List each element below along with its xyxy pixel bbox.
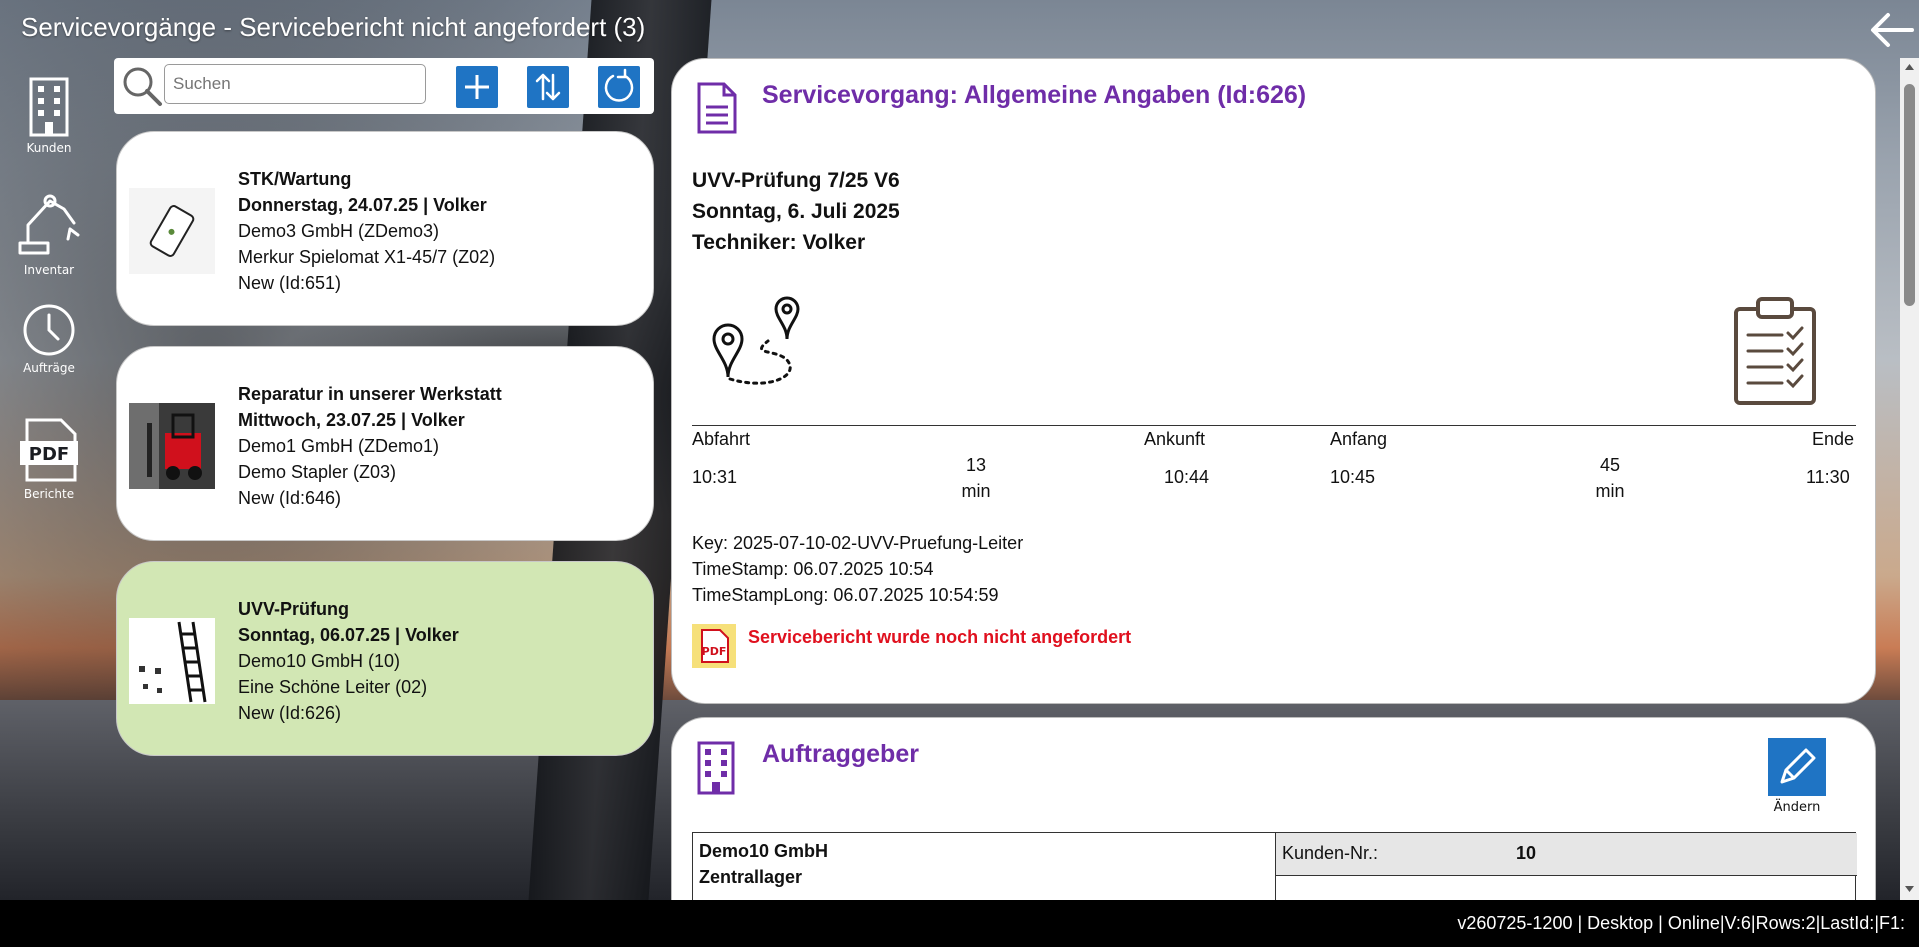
clock-icon — [23, 304, 75, 356]
label-ende: Ende — [1812, 429, 1855, 449]
item-device: Eine Schöne Leiter (02) — [238, 677, 428, 697]
timestamp-long: TimeStampLong: 06.07.2025 10:54:59 — [692, 585, 999, 605]
robot-arm-icon — [18, 194, 80, 255]
time-ankunft: 10:44 — [1164, 467, 1210, 487]
refresh-button[interactable] — [598, 66, 640, 108]
nav-label-inventar: Inventar — [23, 263, 75, 277]
item-customer: Demo10 GmbH (10) — [238, 651, 401, 671]
building-icon — [697, 741, 735, 795]
device-thumbnail-phone — [129, 188, 215, 274]
customer-panel: Auftraggeber Ändern Demo10 GmbH Zentrall… — [671, 717, 1876, 917]
nav-label-auftraege: Aufträge — [23, 361, 75, 375]
svg-text:PDF: PDF — [702, 645, 727, 658]
sort-button[interactable] — [527, 66, 569, 108]
customer-name: Demo10 GmbH — [699, 841, 829, 861]
divider — [692, 425, 1856, 426]
kunden-nr-value: 10 — [1516, 843, 1537, 863]
list-item[interactable]: Reparatur in unserer Werkstatt Mittwoch,… — [116, 346, 654, 541]
item-customer: Demo1 GmbH (ZDemo1) — [238, 436, 440, 456]
device-thumbnail-ladder — [129, 618, 215, 704]
nav-item-auftraege[interactable]: Aufträge — [10, 303, 88, 417]
nav-item-kunden[interactable]: Kunden — [10, 75, 88, 189]
edit-button[interactable] — [1768, 738, 1826, 796]
time-anfang: 10:45 — [1330, 467, 1376, 487]
status-bar: v260725-1200 | Desktop | Online|V:6|Rows… — [0, 900, 1919, 947]
section-title-general: Servicevorgang: Allgemeine Angaben (Id:6… — [762, 81, 1307, 109]
status-text: v260725-1200 | Desktop | Online|V:6|Rows… — [1457, 913, 1905, 933]
list-item-selected[interactable]: UVV-Prüfung Sonntag, 06.07.25 | Volker D… — [116, 561, 654, 756]
item-device: Demo Stapler (Z03) — [238, 462, 397, 482]
item-title: Reparatur in unserer Werkstatt — [238, 384, 502, 404]
travel-unit: min — [961, 481, 991, 501]
clipboard-checklist-icon — [1734, 297, 1816, 405]
building-icon — [29, 77, 69, 137]
window-title: Servicevorgänge - Servicebericht nicht a… — [21, 12, 646, 42]
nav-label-kunden: Kunden — [26, 141, 72, 155]
item-date: Sonntag, 06.07.25 | Volker — [238, 625, 459, 645]
search-toolbar — [114, 58, 654, 114]
job-name: UVV-Prüfung 7/25 V6 — [692, 169, 900, 192]
section-title-auftraggeber: Auftraggeber — [762, 740, 919, 768]
customer-location: Zentrallager — [699, 867, 803, 887]
item-title: STK/Wartung — [238, 169, 352, 189]
job-date: Sonntag, 6. Juli 2025 — [692, 200, 900, 223]
item-status: New (Id:646) — [238, 488, 342, 508]
work-unit: min — [1595, 481, 1625, 501]
label-ankunft: Ankunft — [1144, 429, 1206, 449]
item-title: UVV-Prüfung — [238, 599, 349, 619]
pencil-icon — [1780, 748, 1816, 784]
device-thumbnail-forklift — [129, 403, 215, 489]
key-value: Key: 2025-07-10-02-UVV-Pruefung-Leiter — [692, 533, 1024, 553]
item-date: Mittwoch, 23.07.25 | Volker — [238, 410, 465, 430]
item-status: New (Id:626) — [238, 703, 342, 723]
document-icon — [697, 82, 737, 134]
item-date: Donnerstag, 24.07.25 | Volker — [238, 195, 487, 215]
time-ende: 11:30 — [1806, 467, 1850, 487]
detail-panel: Servicevorgang: Allgemeine Angaben (Id:6… — [671, 58, 1876, 704]
add-button[interactable] — [456, 66, 498, 108]
time-abfahrt: 10:31 — [692, 467, 738, 487]
item-device: Merkur Spielomat X1-45/7 (Z02) — [238, 247, 496, 267]
item-status: New (Id:651) — [238, 273, 342, 293]
main-scrollbar[interactable] — [1900, 58, 1919, 900]
travel-minutes: 13 — [965, 455, 987, 475]
svg-text:PDF: PDF — [29, 444, 69, 465]
timestamp: TimeStamp: 06.07.2025 10:54 — [692, 559, 934, 579]
work-minutes: 45 — [1599, 455, 1621, 475]
route-icon — [712, 296, 800, 385]
edit-label: Ändern — [1773, 800, 1821, 815]
nav-item-inventar[interactable]: Inventar — [10, 189, 88, 303]
pdf-warning-icon: PDF — [692, 624, 736, 668]
sort-arrows-icon — [535, 73, 561, 101]
item-customer: Demo3 GmbH (ZDemo3) — [238, 221, 440, 241]
scroll-down-icon[interactable] — [1904, 884, 1915, 894]
plus-icon — [465, 75, 489, 99]
scroll-thumb[interactable] — [1904, 84, 1915, 306]
search-input[interactable] — [164, 64, 426, 104]
refresh-icon — [604, 68, 634, 102]
list-item[interactable]: STK/Wartung Donnerstag, 24.07.25 | Volke… — [116, 131, 654, 326]
nav-item-berichte[interactable]: PDF Berichte — [10, 417, 88, 531]
nav-label-berichte: Berichte — [23, 487, 75, 501]
side-nav: Kunden Inventar Aufträge PDF Berichte — [10, 75, 88, 531]
label-anfang: Anfang — [1330, 429, 1388, 449]
label-abfahrt: Abfahrt — [692, 429, 751, 449]
technician: Techniker: Volker — [692, 231, 866, 254]
kunden-nr-label: Kunden-Nr.: — [1282, 843, 1379, 863]
warning-text: Servicebericht wurde noch nicht angeford… — [748, 627, 1132, 647]
back-arrow-icon[interactable] — [1868, 10, 1914, 50]
pdf-icon: PDF — [20, 418, 78, 482]
scroll-up-icon[interactable] — [1904, 62, 1915, 72]
search-icon — [123, 67, 162, 106]
